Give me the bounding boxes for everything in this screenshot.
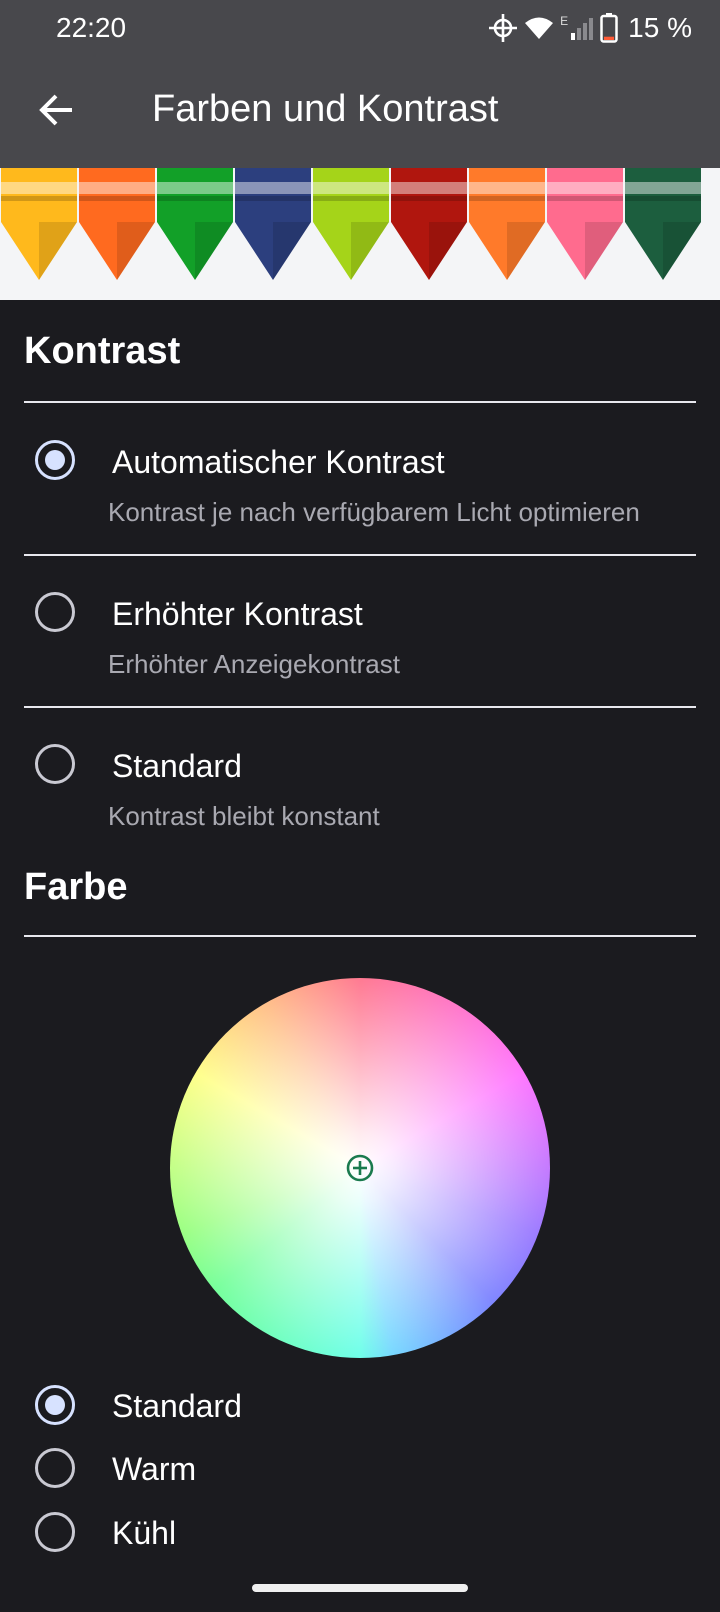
- crayon: [469, 168, 545, 280]
- crayon: [235, 168, 311, 280]
- crayon: [313, 168, 389, 280]
- add-circle-icon[interactable]: [345, 1153, 375, 1183]
- option-description: Kontrast je nach verfügbarem Licht optim…: [108, 497, 640, 527]
- crayon: [1, 168, 77, 280]
- option-label: Warm: [112, 1451, 197, 1487]
- crayon-illustration: [1, 168, 701, 280]
- radio-button[interactable]: [35, 592, 75, 632]
- divider: [24, 401, 696, 403]
- divider: [24, 554, 696, 556]
- option-label: Kühl: [112, 1515, 177, 1551]
- arrow-left-icon: [39, 94, 72, 126]
- crayon: [157, 168, 233, 280]
- crayon-banner: [0, 168, 720, 300]
- option-label: Standard: [112, 1388, 242, 1424]
- page-title: Farben und Kontrast: [152, 88, 499, 130]
- option-description: Kontrast bleibt konstant: [108, 801, 380, 831]
- signal-icon: [571, 18, 594, 40]
- option-label: Standard: [112, 748, 242, 784]
- radio-button[interactable]: [35, 1448, 75, 1488]
- crayon: [625, 168, 701, 280]
- option-label: Erhöhter Kontrast: [112, 596, 363, 632]
- back-button[interactable]: [30, 84, 82, 136]
- radio-button[interactable]: [35, 1512, 75, 1552]
- app-bar: 22:20 E 15 % Farben und Kontrast: [0, 0, 720, 168]
- divider: [24, 706, 696, 708]
- status-icons: E 15 %: [488, 10, 692, 46]
- battery-percent: 15 %: [628, 12, 692, 43]
- option-label: Automatischer Kontrast: [112, 444, 445, 480]
- crosshair-icon: [489, 14, 518, 42]
- divider: [24, 935, 696, 937]
- section-title-color: Farbe: [24, 866, 128, 908]
- radio-button[interactable]: [35, 440, 75, 480]
- battery-icon: [600, 13, 618, 43]
- crayon: [391, 168, 467, 280]
- radio-button[interactable]: [35, 744, 75, 784]
- crayon: [79, 168, 155, 280]
- wifi-icon: [525, 17, 554, 39]
- status-time: 22:20: [56, 12, 127, 43]
- section-title-contrast: Kontrast: [24, 330, 181, 372]
- network-type: E: [560, 14, 569, 28]
- crayon: [547, 168, 623, 280]
- option-description: Erhöhter Anzeigekontrast: [108, 649, 400, 679]
- home-indicator[interactable]: [252, 1584, 468, 1592]
- radio-button[interactable]: [35, 1385, 75, 1425]
